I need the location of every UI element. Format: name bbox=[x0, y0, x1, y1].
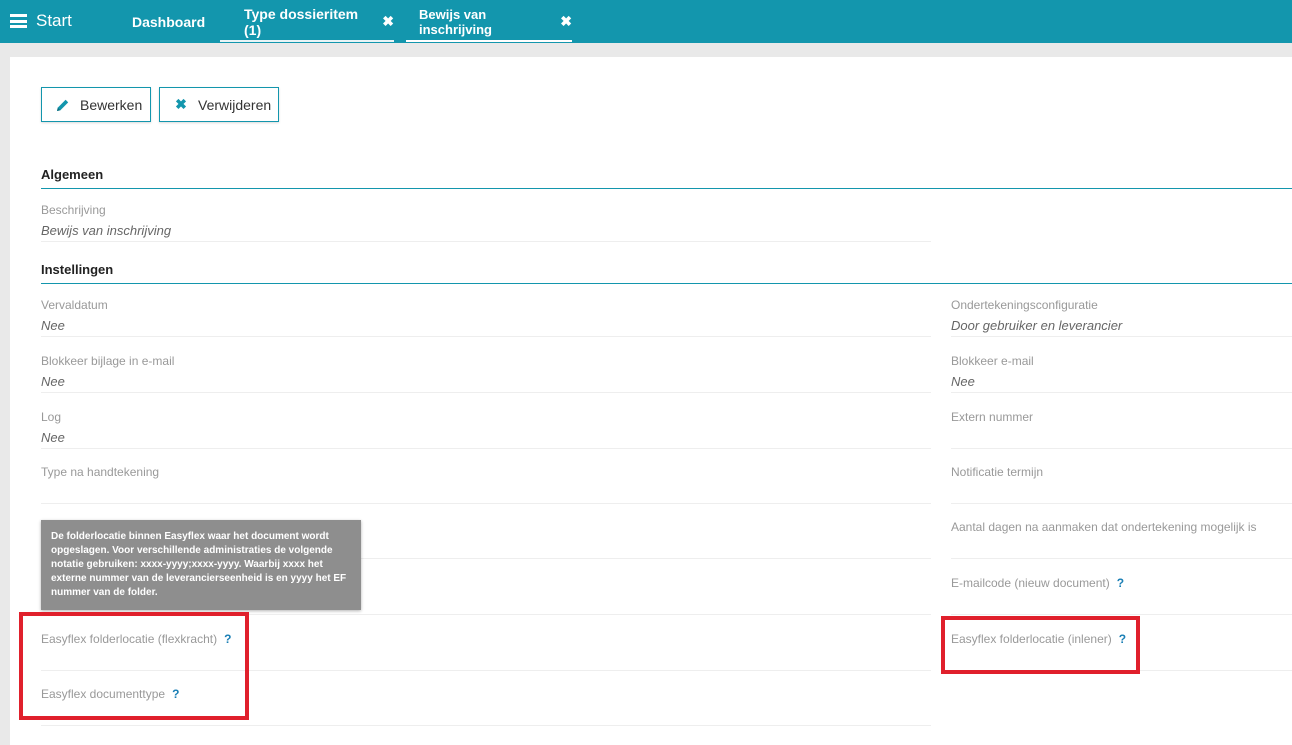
edit-button[interactable]: Bewerken bbox=[41, 87, 151, 122]
field-label: Blokkeer e-mail bbox=[951, 354, 1034, 368]
edit-label: Bewerken bbox=[80, 96, 143, 113]
field-blokkeer-bijlage: Blokkeer bijlage in e-mail Nee bbox=[41, 354, 931, 393]
field-separator bbox=[41, 448, 931, 449]
field-beschrijving: Beschrijving Bewijs van inschrijving bbox=[41, 203, 931, 242]
field-label: Ondertekeningsconfiguratie bbox=[951, 298, 1098, 312]
field-value bbox=[951, 430, 1292, 445]
field-value bbox=[951, 540, 1292, 555]
field-extern-nummer: Extern nummer bbox=[951, 410, 1292, 449]
field-aantal-dagen: Aantal dagen na aanmaken dat ondertekeni… bbox=[951, 520, 1292, 559]
section-divider bbox=[41, 283, 1292, 284]
field-value: Nee bbox=[41, 430, 65, 445]
field-separator bbox=[951, 392, 1292, 393]
field-vervaldatum: Vervaldatum Nee bbox=[41, 298, 931, 337]
tab-label: Dashboard bbox=[132, 13, 206, 30]
field-separator bbox=[41, 725, 931, 726]
delete-button[interactable]: ✖ Verwijderen bbox=[159, 87, 279, 122]
x-icon: ✖ bbox=[175, 96, 187, 112]
highlight-box bbox=[19, 612, 249, 720]
close-icon[interactable]: ✖ bbox=[382, 13, 394, 30]
field-value: Bewijs van inschrijving bbox=[41, 223, 172, 238]
field-label: Blokkeer bijlage in e-mail bbox=[41, 354, 175, 368]
tab-label: Type dossieritem (1) bbox=[244, 5, 359, 38]
field-separator bbox=[951, 614, 1292, 615]
field-value: Nee bbox=[41, 374, 65, 389]
field-value: Door gebruiker en leverancier bbox=[951, 318, 1123, 333]
field-value: Nee bbox=[41, 318, 65, 333]
field-separator bbox=[951, 503, 1292, 504]
field-separator bbox=[41, 241, 931, 242]
label-text: E-mailcode (nieuw document) bbox=[951, 576, 1110, 590]
field-label: Aantal dagen na aanmaken dat ondertekeni… bbox=[951, 520, 1257, 534]
field-separator bbox=[951, 448, 1292, 449]
close-icon[interactable]: ✖ bbox=[560, 13, 572, 30]
field-blokkeer-email: Blokkeer e-mail Nee bbox=[951, 354, 1292, 393]
delete-label: Verwijderen bbox=[198, 96, 272, 113]
field-type-na-handtekening: Type na handtekening bbox=[41, 465, 931, 504]
field-separator bbox=[41, 503, 931, 504]
field-label: E-mailcode (nieuw document) ? bbox=[951, 576, 1292, 590]
field-separator bbox=[41, 392, 931, 393]
section-divider bbox=[41, 188, 1292, 189]
field-label: Type na handtekening bbox=[41, 465, 160, 479]
section-title-instellingen: Instellingen bbox=[41, 262, 114, 277]
field-label: Vervaldatum bbox=[41, 298, 108, 312]
help-tooltip: De folderlocatie binnen Easyflex waar he… bbox=[41, 520, 361, 610]
field-separator bbox=[41, 336, 931, 337]
field-label: Log bbox=[41, 410, 62, 424]
tab-label: Bewijs van inschrijving bbox=[419, 6, 492, 37]
field-separator bbox=[951, 558, 1292, 559]
section-title-algemeen: Algemeen bbox=[41, 167, 104, 182]
field-value bbox=[951, 485, 1292, 500]
top-bar: Start Dashboard Type dossieritem (1) ✖ B… bbox=[0, 0, 1292, 43]
field-label: Beschrijving bbox=[41, 203, 106, 217]
pencil-icon bbox=[54, 96, 72, 114]
field-label: Notificatie termijn bbox=[951, 465, 1044, 479]
field-notificatie-termijn: Notificatie termijn bbox=[951, 465, 1292, 504]
tab-type-dossieritem[interactable]: Type dossieritem (1) ✖ bbox=[220, 0, 394, 43]
help-icon[interactable]: ? bbox=[1117, 576, 1124, 590]
field-value: Nee bbox=[951, 374, 975, 389]
highlight-box bbox=[941, 616, 1140, 674]
tab-dashboard[interactable]: Dashboard bbox=[132, 0, 205, 43]
field-emailcode: E-mailcode (nieuw document) ? bbox=[951, 576, 1292, 615]
field-separator bbox=[951, 336, 1292, 337]
field-value bbox=[41, 485, 931, 500]
start-menu-button[interactable]: Start bbox=[10, 8, 72, 34]
field-value bbox=[951, 596, 1292, 611]
field-ondertekeningsconfiguratie: Ondertekeningsconfiguratie Door gebruike… bbox=[951, 298, 1292, 337]
hamburger-icon bbox=[10, 14, 27, 28]
tab-bewijs-van-inschrijving[interactable]: Bewijs van inschrijving ✖ bbox=[406, 0, 572, 43]
start-label: Start bbox=[36, 11, 72, 30]
field-log: Log Nee bbox=[41, 410, 931, 449]
field-label: Extern nummer bbox=[951, 410, 1034, 424]
